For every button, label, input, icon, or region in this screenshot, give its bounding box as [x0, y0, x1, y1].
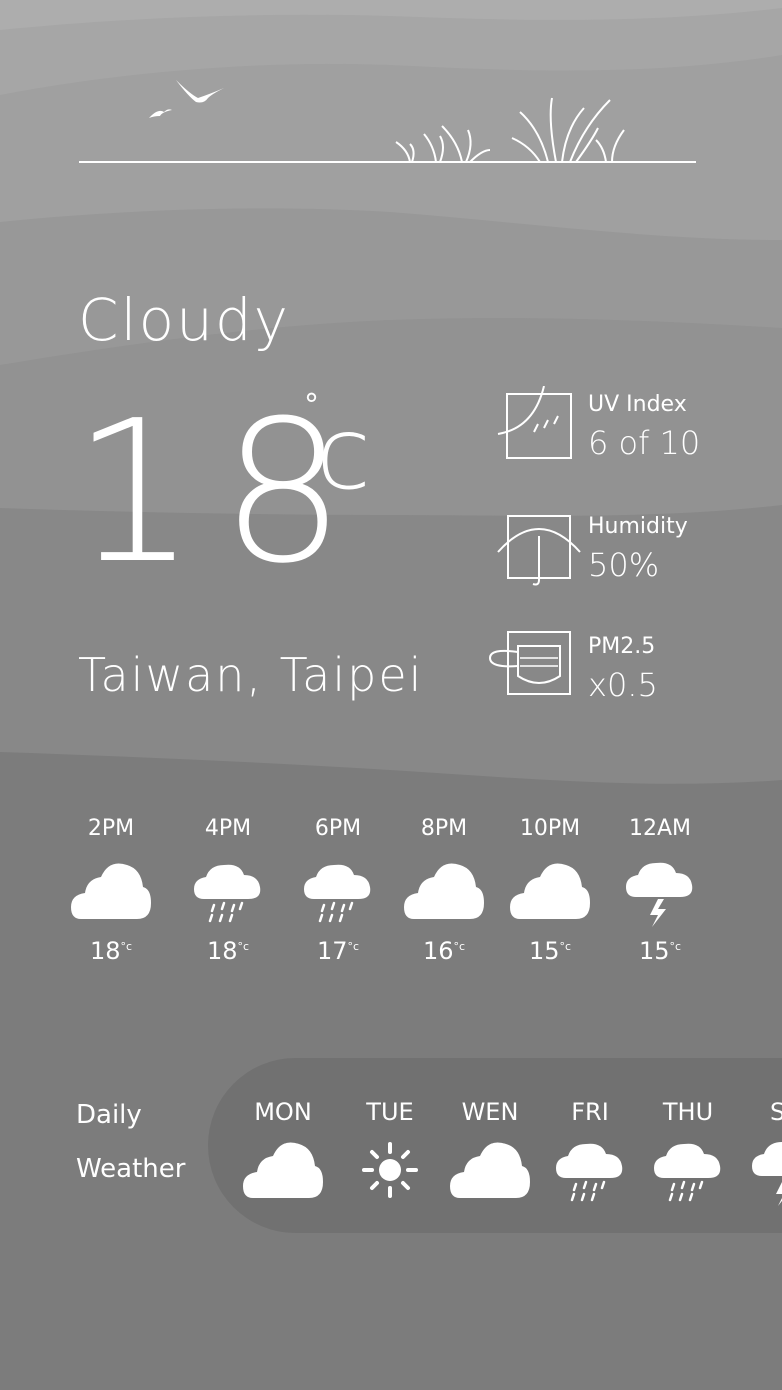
hourly-temp-value: 18 — [89, 937, 121, 965]
daily-day-name: WEN — [461, 1098, 519, 1126]
hourly-temperature: 18°c — [56, 937, 166, 965]
hourly-time: 4PM — [204, 816, 252, 841]
rain-icon — [550, 1138, 630, 1202]
cloud-icon — [243, 1138, 323, 1202]
weather-condition: Cloudy — [78, 286, 290, 354]
cloud-icon — [450, 1138, 530, 1202]
header-illustration — [79, 80, 696, 163]
daily-item[interactable]: MON — [233, 1098, 333, 1202]
hourly-item[interactable]: 2PM 18°c — [56, 816, 166, 965]
daily-day-name: THU — [662, 1098, 714, 1126]
uv-index-label: UV Index — [588, 392, 687, 417]
humidity-stat: Humidity 50% — [488, 508, 728, 588]
hourly-temp-value: 15 — [528, 937, 560, 965]
humidity-umbrella-icon — [497, 515, 581, 586]
cloud-icon — [510, 859, 590, 923]
uv-index-stat: UV Index 6 of 10 — [488, 386, 728, 466]
hourly-item[interactable]: 10PM 15°c — [495, 816, 605, 965]
cloud-icon — [404, 859, 484, 923]
daily-day-name: FRI — [571, 1098, 609, 1126]
daily-day-name: SA — [769, 1098, 782, 1126]
uv-index-value: 6 of 10 — [588, 424, 701, 462]
hourly-temp-unit: °c — [347, 940, 360, 953]
hourly-temp-unit: °c — [669, 940, 682, 953]
thunder-icon — [620, 859, 700, 927]
humidity-value: 50% — [588, 546, 660, 584]
weather-screen: Cloudy 18 ° c Taiwan, Taipei UV Index 6 … — [0, 0, 782, 1390]
pm25-label: PM2.5 — [588, 634, 656, 659]
cloud-icon — [71, 859, 151, 923]
daily-item[interactable]: THU — [638, 1098, 738, 1202]
hourly-item[interactable]: 4PM 18°c — [173, 816, 283, 965]
hourly-time: 10PM — [519, 816, 581, 841]
hourly-temp-value: 17 — [316, 937, 348, 965]
hourly-temperature: 18°c — [173, 937, 283, 965]
hourly-temperature: 16°c — [389, 937, 499, 965]
daily-day-name: MON — [254, 1098, 312, 1126]
hourly-time: 2PM — [87, 816, 135, 841]
daily-item[interactable]: FRI — [540, 1098, 640, 1202]
hourly-temp-value: 15 — [638, 937, 670, 965]
thunder-icon — [746, 1138, 782, 1206]
hourly-temp-value: 18 — [206, 937, 238, 965]
rain-icon — [298, 859, 378, 923]
hourly-temperature: 15°c — [605, 937, 715, 965]
humidity-label: Humidity — [588, 514, 688, 539]
pm25-stat: PM2.5 x0.5 — [488, 628, 728, 708]
location-label: Taiwan, Taipei — [78, 648, 424, 702]
hourly-temp-unit: °c — [120, 940, 133, 953]
hourly-item[interactable]: 8PM 16°c — [389, 816, 499, 965]
reed-grass-icon — [395, 97, 625, 163]
hourly-time: 6PM — [314, 816, 362, 841]
uv-icon — [497, 386, 572, 459]
hourly-temperature: 15°c — [495, 937, 605, 965]
hourly-time: 12AM — [628, 816, 692, 841]
sun-icon — [350, 1138, 430, 1202]
rain-icon — [648, 1138, 728, 1202]
daily-day-name: TUE — [366, 1098, 414, 1126]
hourly-time: 8PM — [420, 816, 468, 841]
hourly-item[interactable]: 12AM 15°c — [605, 816, 715, 965]
mask-icon — [488, 631, 571, 695]
hourly-temp-unit: °c — [453, 940, 466, 953]
pm25-value: x0.5 — [588, 666, 658, 704]
rain-icon — [188, 859, 268, 923]
hourly-item[interactable]: 6PM 17°c — [283, 816, 393, 965]
daily-item[interactable]: SA — [736, 1098, 782, 1206]
hourly-temp-value: 16 — [422, 937, 454, 965]
bird-icon — [149, 80, 224, 118]
hourly-temperature: 17°c — [283, 937, 393, 965]
daily-item[interactable]: WEN — [440, 1098, 540, 1202]
hourly-temp-unit: °c — [559, 940, 572, 953]
daily-weather-label-line1: Daily — [76, 1100, 142, 1130]
daily-weather-label-line2: Weather — [76, 1154, 186, 1184]
hourly-temp-unit: °c — [237, 940, 250, 953]
daily-item[interactable]: TUE — [340, 1098, 440, 1202]
temperature-unit: c — [316, 395, 371, 512]
